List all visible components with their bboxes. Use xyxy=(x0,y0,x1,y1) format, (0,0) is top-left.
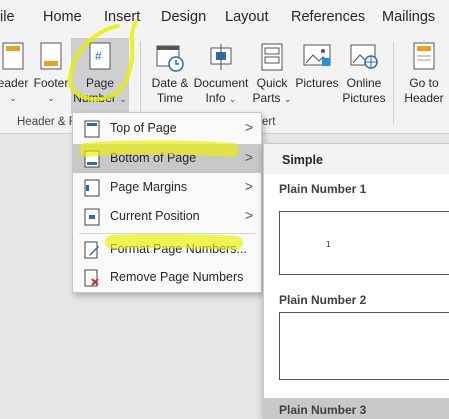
bottom-of-page-gallery: Simple Plain Number 1 1 Plain Number 2 P… xyxy=(263,143,449,419)
tab-design[interactable]: Design xyxy=(161,9,206,25)
online-picture-icon xyxy=(340,38,388,76)
picture-icon xyxy=(294,38,340,76)
current-position-icon xyxy=(84,208,100,229)
online-pictures-label: Online xyxy=(346,76,382,90)
chevron-down-icon: ⌄ xyxy=(9,93,17,103)
date-time-button[interactable]: Date & Time xyxy=(146,38,194,114)
chevron-down-icon: ⌄ xyxy=(283,94,292,104)
header-icon xyxy=(0,38,32,76)
footer-label: Footer xyxy=(33,76,69,90)
document-info-button[interactable]: Document Info ⌄ xyxy=(192,38,250,114)
menu-item-top-of-page[interactable]: Top of Page > xyxy=(73,114,261,143)
menu-item-remove-page-numbers[interactable]: Remove Page Numbers xyxy=(73,263,261,292)
footer-button[interactable]: Footer ⌄ xyxy=(32,38,70,114)
tab-file[interactable]: ile xyxy=(0,9,15,25)
quick-parts-icon xyxy=(252,38,292,76)
chevron-down-icon: ⌄ xyxy=(119,94,127,104)
menu-item-format-page-numbers[interactable]: Format Page Numbers... xyxy=(73,235,261,264)
pictures-label: Pictures xyxy=(295,76,339,90)
gallery-item-plain-number-1[interactable]: 1 xyxy=(279,211,449,275)
header-button[interactable]: eader ⌄ xyxy=(0,38,32,114)
chevron-down-icon: ⌄ xyxy=(47,93,55,103)
go-to-header-label-2: Header xyxy=(404,91,444,105)
remove-page-numbers-icon xyxy=(84,269,100,290)
document-info-icon xyxy=(192,38,250,76)
page-number-menu: Top of Page > Bottom of Page > Page Marg… xyxy=(72,112,262,293)
group-label-header-footer: Header & F xyxy=(17,116,76,128)
menu-item-label: Top of Page xyxy=(110,121,177,135)
gallery-item-title: Plain Number 1 xyxy=(279,182,367,196)
menu-item-label: Format Page Numbers... xyxy=(110,242,247,256)
menu-item-label: Current Position xyxy=(110,209,200,223)
calendar-clock-icon xyxy=(146,38,194,76)
document-info-label-text: Info xyxy=(205,91,226,105)
footer-icon xyxy=(32,38,70,76)
chevron-right-icon: > xyxy=(244,207,253,223)
document-info-label: Document xyxy=(193,76,249,90)
date-time-label-2: Time xyxy=(156,91,184,105)
page-number-label-2: Number ⌄ xyxy=(71,91,129,107)
header-label: eader xyxy=(0,76,29,90)
online-pictures-button[interactable]: Online Pictures xyxy=(340,38,388,114)
ribbon-separator xyxy=(393,42,394,124)
bottom-of-page-icon xyxy=(84,150,100,171)
chevron-down-icon: ⌄ xyxy=(228,94,237,104)
menu-item-page-margins[interactable]: Page Margins > xyxy=(73,173,261,202)
chevron-right-icon: > xyxy=(244,178,253,194)
menu-item-bottom-of-page[interactable]: Bottom of Page > xyxy=(73,144,261,173)
ribbon-tab-bar: ile Home Insert Design Layout References… xyxy=(0,0,449,36)
tab-home[interactable]: Home xyxy=(43,9,82,25)
svg-text:#: # xyxy=(95,49,102,63)
document-info-label-2: Info ⌄ xyxy=(192,91,250,107)
menu-item-current-position[interactable]: Current Position > xyxy=(73,202,261,231)
page-number-icon: # xyxy=(71,38,129,76)
format-page-numbers-icon xyxy=(84,241,100,262)
online-pictures-label-2: Pictures xyxy=(342,91,386,105)
gallery-item-title: Plain Number 2 xyxy=(279,293,367,307)
page-number-button[interactable]: # Page Number ⌄ xyxy=(71,38,129,114)
tab-mailings[interactable]: Mailings xyxy=(382,9,435,25)
page-margins-icon xyxy=(84,179,100,200)
go-to-header-label: Go to xyxy=(409,76,439,90)
group-label-insert: ert xyxy=(262,116,276,128)
menu-item-label: Bottom of Page xyxy=(110,151,197,165)
page-number-label-text: Number xyxy=(73,91,116,105)
page-number-preview: 1 xyxy=(326,240,331,249)
quick-parts-label-text: Parts xyxy=(252,91,281,105)
page-number-label: Page xyxy=(85,76,115,90)
gallery-heading: Simple xyxy=(264,144,449,174)
quick-parts-label: Quick xyxy=(256,76,288,90)
tab-insert[interactable]: Insert xyxy=(104,9,140,25)
menu-item-label: Remove Page Numbers xyxy=(110,270,244,284)
quick-parts-button[interactable]: Quick Parts ⌄ xyxy=(252,38,292,114)
chevron-right-icon: > xyxy=(244,119,253,135)
go-to-header-button[interactable]: Go to Header xyxy=(400,38,448,114)
date-time-label: Date & xyxy=(151,76,189,90)
menu-item-label: Page Margins xyxy=(110,180,188,194)
gallery-item-plain-number-3[interactable]: Plain Number 3 xyxy=(264,398,449,419)
quick-parts-label-2: Parts ⌄ xyxy=(252,91,292,107)
tab-references[interactable]: References xyxy=(291,9,365,25)
tab-layout[interactable]: Layout xyxy=(225,9,269,25)
chevron-right-icon: > xyxy=(244,149,253,165)
gallery-item-title: Plain Number 3 xyxy=(279,403,367,417)
gallery-item-plain-number-2[interactable] xyxy=(279,312,449,380)
pictures-button[interactable]: Pictures xyxy=(294,38,340,114)
menu-separator xyxy=(79,233,255,234)
go-to-header-icon xyxy=(400,38,448,76)
top-of-page-icon xyxy=(84,120,100,141)
